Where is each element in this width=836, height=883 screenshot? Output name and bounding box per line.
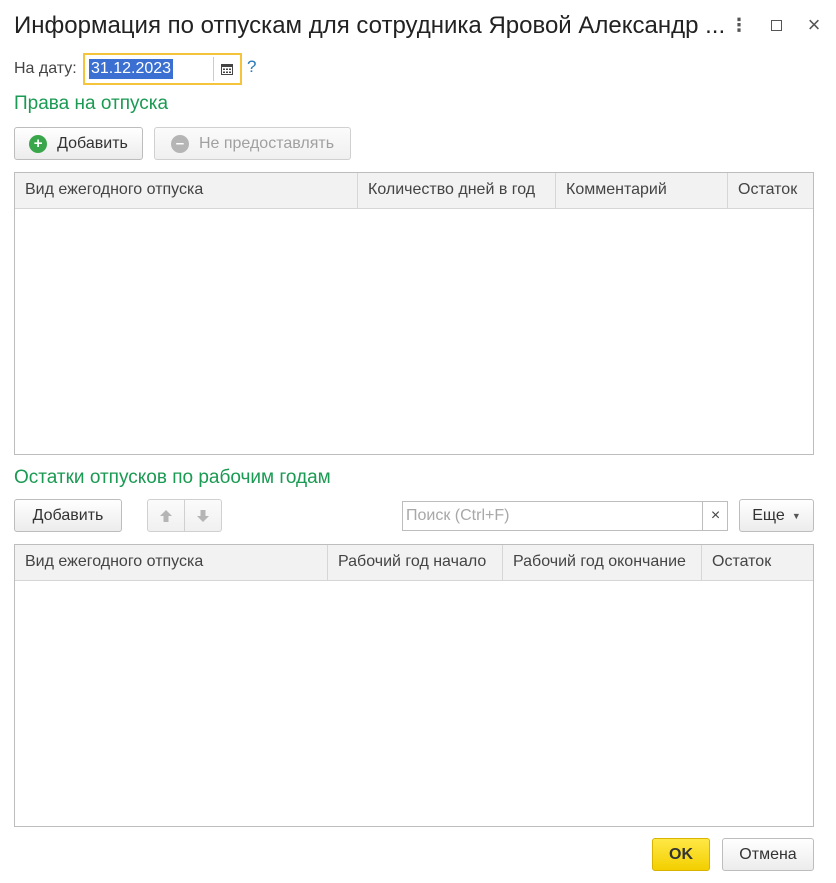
rights-section-title: Права на отпуска [14, 93, 169, 114]
ok-button[interactable]: OK [652, 838, 710, 871]
balances-table-header: Вид ежегодного отпуска Рабочий год начал… [15, 545, 813, 581]
arrow-down-icon[interactable] [184, 499, 222, 532]
date-value[interactable]: 31.12.2023 [89, 59, 174, 79]
arrow-up-icon[interactable] [147, 499, 185, 532]
rights-add-label: Добавить [57, 134, 128, 152]
column-header[interactable]: Вид ежегодного отпуска [15, 545, 328, 580]
minus-icon: – [170, 134, 189, 153]
balances-add-button[interactable]: Добавить [14, 499, 122, 532]
column-header[interactable]: Рабочий год начало [328, 545, 503, 580]
clear-search-icon[interactable]: × [702, 502, 728, 530]
cancel-button[interactable]: Отмена [722, 838, 814, 871]
maximize-icon[interactable] [765, 12, 787, 38]
close-icon[interactable]: × [803, 12, 825, 38]
search-input[interactable] [403, 502, 701, 530]
balances-section-title: Остатки отпусков по рабочим годам [14, 467, 331, 488]
rights-add-button[interactable]: + Добавить [14, 127, 143, 160]
rights-table-header: Вид ежегодного отпуска Количество дней в… [15, 173, 813, 209]
column-header[interactable]: Остаток [702, 545, 813, 580]
column-header[interactable]: Вид ежегодного отпуска [15, 173, 358, 208]
not-grant-button[interactable]: – Не предоставлять [154, 127, 351, 160]
column-header[interactable]: Комментарий [556, 173, 728, 208]
window-title: Информация по отпускам для сотрудника Яр… [14, 12, 726, 39]
balances-table[interactable]: Вид ежегодного отпуска Рабочий год начал… [14, 544, 814, 827]
rights-table[interactable]: Вид ежегодного отпуска Количество дней в… [14, 172, 814, 455]
calendar-icon[interactable] [216, 57, 238, 81]
more-label: Еще [752, 506, 785, 524]
help-link[interactable]: ? [247, 57, 256, 77]
search-box[interactable]: × [402, 501, 728, 531]
plus-icon: + [29, 134, 48, 153]
column-header[interactable]: Остаток [728, 173, 813, 208]
date-field[interactable]: 31.12.2023 [83, 53, 242, 85]
column-header[interactable]: Количество дней в год [358, 173, 556, 208]
title-bar: Информация по отпускам для сотрудника Яр… [0, 0, 836, 52]
date-row: На дату: 31.12.2023 ? [14, 53, 256, 85]
column-header[interactable]: Рабочий год окончание [503, 545, 702, 580]
not-grant-label: Не предоставлять [198, 134, 335, 152]
date-label: На дату: [14, 60, 77, 77]
more-button[interactable]: Еще ▼ [739, 499, 814, 532]
more-vertical-icon[interactable]: ⋮ [728, 12, 750, 38]
chevron-down-icon: ▼ [791, 510, 801, 521]
